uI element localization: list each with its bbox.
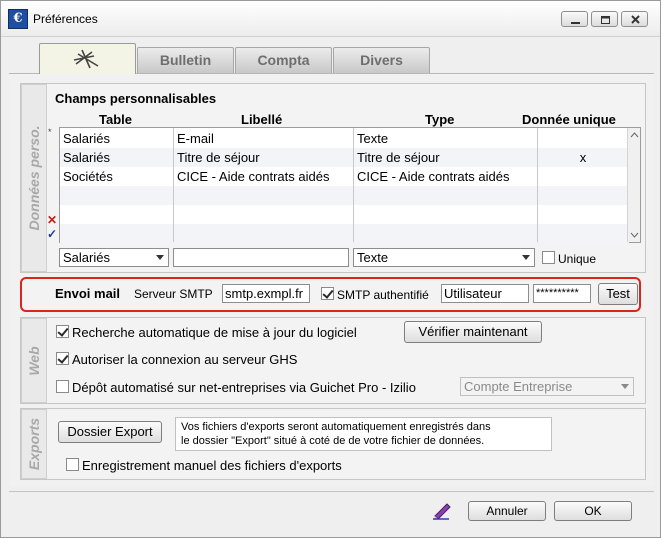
export-info-box: Vos fichiers d'exports seront automatiqu… — [175, 417, 552, 451]
window-title: Préférences — [33, 12, 98, 26]
smtp-server-input[interactable]: smtp.exmpl.fr — [222, 284, 310, 303]
maximize-button[interactable] — [591, 11, 618, 27]
chevron-down-icon — [156, 255, 164, 260]
depot-checkbox[interactable] — [56, 380, 69, 393]
manual-export-label: Enregistrement manuel des fichiers d'exp… — [82, 458, 342, 473]
libelle-input[interactable] — [173, 248, 349, 267]
table-row[interactable] — [60, 224, 629, 243]
ghs-connection-label: Autoriser la connexion au serveur GHS — [72, 352, 298, 367]
auto-update-label: Recherche automatique de mise à jour du … — [72, 325, 357, 340]
test-button[interactable]: Test — [598, 283, 638, 305]
web-side-label: Web — [21, 318, 47, 403]
verify-now-button[interactable]: Vérifier maintenant — [404, 321, 542, 343]
tab-bulletin[interactable]: Bulletin — [137, 47, 234, 73]
current-row-marker-icon: * — [48, 127, 52, 137]
tab-compta[interactable]: Compta — [235, 47, 332, 73]
unique-label: Unique — [558, 252, 597, 266]
table-select[interactable]: Salariés — [59, 248, 169, 267]
column-divider — [537, 128, 538, 242]
ok-button[interactable]: OK — [554, 501, 632, 521]
dossier-export-button[interactable]: Dossier Export — [58, 421, 162, 443]
minimize-button[interactable] — [561, 11, 588, 27]
smtp-label: Serveur SMTP — [134, 287, 213, 301]
title-bar: € Préférences — [1, 1, 660, 37]
validate-row-icon[interactable]: ✓ — [47, 227, 57, 241]
header-type: Type — [425, 112, 455, 127]
delete-row-icon[interactable]: ✕ — [47, 213, 57, 227]
pencil-icon — [431, 498, 453, 523]
donnees-side-label: Données perso. — [21, 84, 47, 272]
compte-select[interactable]: Compte Entreprise — [460, 377, 634, 396]
preferences-window: € Préférences Bulletin Compta Divers Don… — [0, 0, 661, 538]
depot-label: Dépôt automatisé sur net-entreprises via… — [72, 380, 416, 395]
champs-title: Champs personnalisables — [55, 91, 217, 106]
header-unique: Donnée unique — [522, 112, 616, 127]
auto-update-checkbox[interactable] — [56, 325, 69, 338]
column-divider — [353, 128, 354, 242]
header-table: Table — [99, 112, 132, 127]
table-row[interactable]: Salariés Titre de séjour Titre de séjour… — [60, 148, 629, 167]
app-icon: € — [8, 9, 28, 29]
donnees-label-text: Données perso. — [26, 125, 42, 231]
grid-scrollbar[interactable] — [627, 128, 640, 242]
smtp-auth-label: SMTP authentifié — [337, 288, 429, 302]
smtp-password-input[interactable]: ********** — [533, 284, 591, 303]
export-info-line-2: le dossier "Export" situé à coté de de v… — [181, 435, 485, 447]
table-row[interactable] — [60, 205, 629, 224]
table-row[interactable]: Sociétés CICE - Aide contrats aidés CICE… — [60, 167, 629, 186]
mail-title: Envoi mail — [55, 286, 121, 301]
table-row[interactable]: Salariés E-mail Texte — [60, 129, 629, 148]
chevron-down-icon — [621, 384, 629, 389]
tab-bar: Bulletin Compta Divers — [9, 43, 654, 74]
cancel-button[interactable]: Annuler — [468, 501, 546, 521]
dragonfly-icon — [73, 49, 98, 69]
column-divider — [173, 128, 174, 242]
close-button[interactable] — [621, 11, 648, 27]
export-info-line-1: Vos fichiers d'exports seront automatiqu… — [181, 421, 491, 433]
ghs-connection-checkbox[interactable] — [56, 352, 69, 365]
exports-label-text: Exports — [26, 417, 42, 471]
smtp-auth-checkbox[interactable] — [321, 287, 334, 300]
chevron-down-icon — [522, 255, 530, 260]
tab-dragonfly[interactable] — [39, 43, 136, 74]
unique-checkbox[interactable] — [542, 251, 555, 264]
header-libelle: Libellé — [241, 112, 283, 127]
champs-grid[interactable]: Salariés E-mail Texte Salariés Titre de … — [59, 127, 641, 243]
web-label-text: Web — [26, 345, 42, 376]
type-select[interactable]: Texte — [353, 248, 535, 267]
tab-divers[interactable]: Divers — [333, 47, 430, 73]
smtp-user-input[interactable]: Utilisateur — [441, 284, 529, 303]
manual-export-checkbox[interactable] — [66, 458, 79, 471]
table-row[interactable] — [60, 186, 629, 205]
exports-side-label: Exports — [21, 409, 47, 479]
